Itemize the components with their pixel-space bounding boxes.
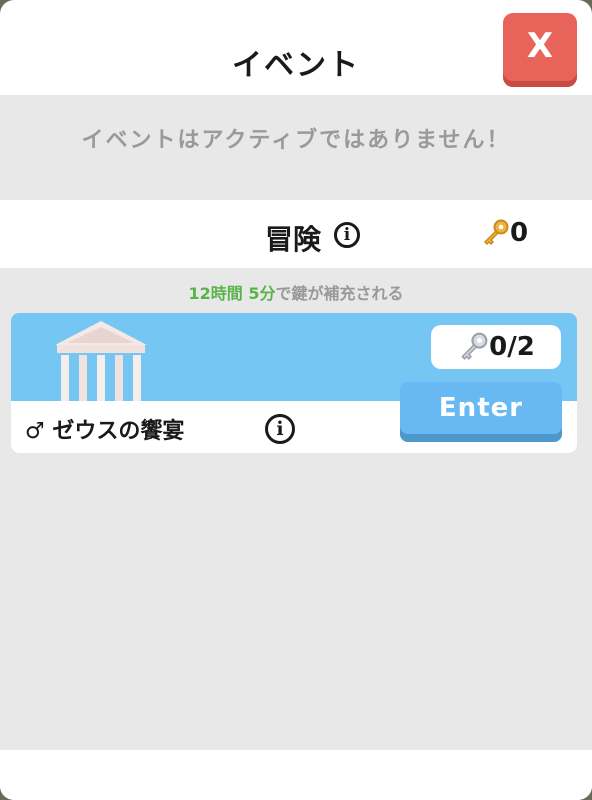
event-card-zeus-feast: ♂ ゼウスの饗宴 i 0/2 Enter	[11, 313, 577, 453]
refill-minutes-unit: 分	[259, 284, 276, 303]
silver-key-icon	[461, 332, 488, 360]
temple-icon	[55, 321, 147, 405]
key-balance-value: 0	[510, 218, 529, 248]
refill-minutes: 5	[248, 284, 260, 303]
event-info-icon[interactable]: i	[265, 414, 295, 444]
adventure-info-icon[interactable]: i	[334, 222, 360, 248]
key-refill-timer: 12時間 5分で鍵が補充される	[0, 280, 592, 304]
refill-suffix: で鍵が補充される	[275, 284, 404, 303]
inactive-notice: イベントはアクティブではありません！	[81, 128, 511, 153]
event-name-label: ゼウスの饗宴	[52, 419, 185, 444]
refill-hours-unit: 時間	[210, 284, 243, 303]
key-balance: 0	[480, 218, 528, 248]
key-icon	[483, 219, 509, 246]
dialog-footer	[0, 750, 592, 800]
event-dialog: イベント X イベントはアクティブではありません！ 冒険 i 0 12時間 5分…	[0, 0, 592, 800]
close-button[interactable]: X	[503, 13, 577, 87]
refill-hours: 12	[188, 284, 211, 303]
event-key-cost-value: 0/2	[489, 332, 535, 362]
male-icon: ♂	[25, 419, 45, 444]
event-name: ♂ ゼウスの饗宴	[25, 413, 184, 445]
event-key-cost: 0/2	[431, 325, 561, 369]
adventure-title: 冒険	[265, 223, 322, 256]
enter-button[interactable]: Enter	[400, 382, 562, 442]
